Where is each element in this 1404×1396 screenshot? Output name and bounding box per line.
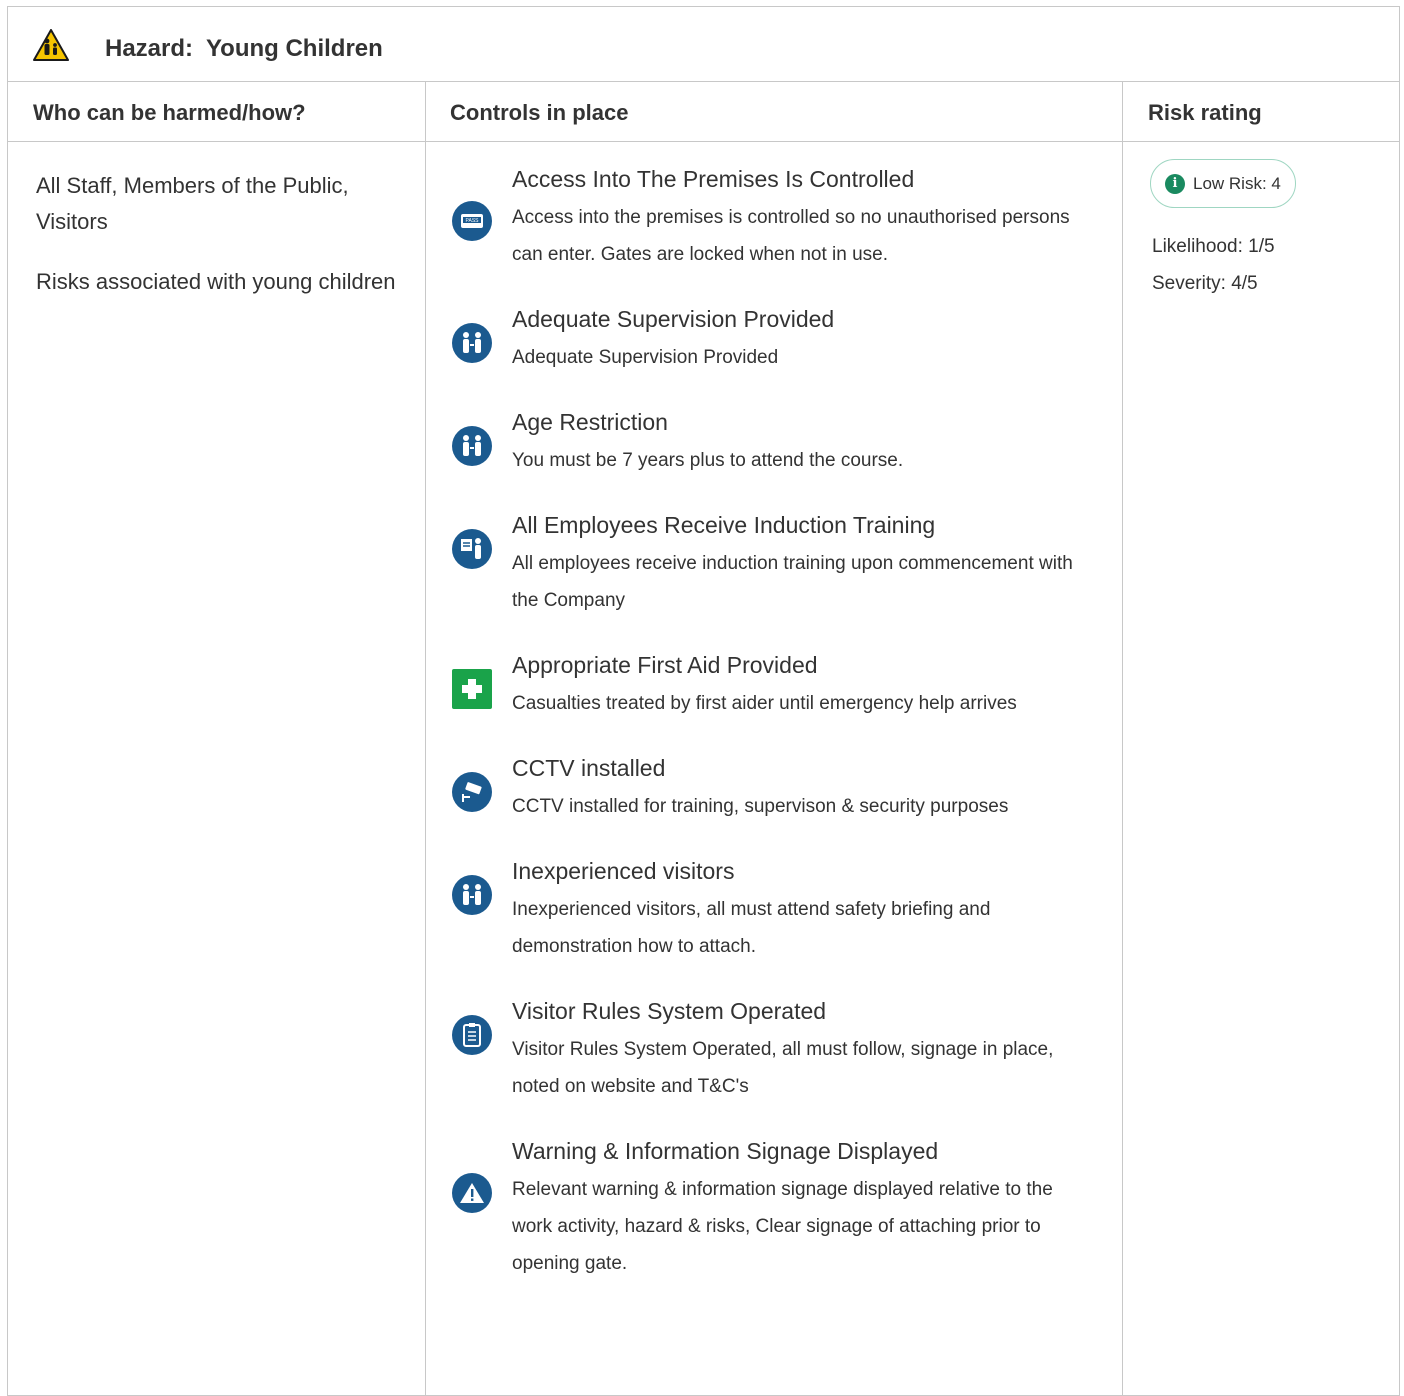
control-desc: CCTV installed for training, supervison … xyxy=(512,796,1009,817)
who-risk-note: Risks associated with young children xyxy=(36,269,396,294)
hazard-name: Young Children xyxy=(205,35,383,62)
clipboard-icon xyxy=(452,1015,492,1055)
control-title: All Employees Receive Induction Training xyxy=(512,512,936,538)
likelihood-value: Likelihood: 1/5 xyxy=(1152,236,1275,257)
control-item: PASS Access Into The Premises Is Control… xyxy=(450,165,1090,273)
control-title: Access Into The Premises Is Controlled xyxy=(512,166,915,192)
first-aid-icon xyxy=(452,669,492,709)
col-header-who: Who can be harmed/how? xyxy=(33,100,306,125)
svg-text:PASS: PASS xyxy=(466,218,480,224)
control-item: Inexperienced visitors Inexperienced vis… xyxy=(450,857,1090,965)
control-title: Inexperienced visitors xyxy=(512,858,735,884)
control-desc: You must be 7 years plus to attend the c… xyxy=(512,450,904,471)
warning-icon xyxy=(452,1173,492,1213)
pass-card-icon: PASS xyxy=(452,201,492,241)
control-title: Warning & Information Signage Displayed xyxy=(512,1138,939,1164)
col-header-controls: Controls in place xyxy=(450,100,629,125)
hazard-header: Hazard: Young Children xyxy=(8,7,1399,82)
control-title: Age Restriction xyxy=(512,409,668,435)
warning-children-icon xyxy=(33,29,69,61)
hazard-title: Hazard: Young Children xyxy=(105,35,383,63)
training-icon xyxy=(452,529,492,569)
who-people: All Staff, Members of the Public, Visito… xyxy=(36,173,349,234)
control-item: CCTV installed CCTV installed for traini… xyxy=(450,754,1090,825)
column-divider xyxy=(425,82,426,1395)
control-item: Visitor Rules System Operated Visitor Ru… xyxy=(450,997,1090,1105)
people-icon xyxy=(452,426,492,466)
risk-rating-badge: i Low Risk: 4 xyxy=(1150,159,1296,208)
cctv-icon xyxy=(452,772,492,812)
control-title: Visitor Rules System Operated xyxy=(512,998,827,1024)
control-desc: Inexperienced visitors, all must attend … xyxy=(512,899,991,957)
control-item: Appropriate First Aid Provided Casualtie… xyxy=(450,651,1090,722)
who-cell: All Staff, Members of the Public, Visito… xyxy=(36,168,396,324)
control-title: Appropriate First Aid Provided xyxy=(512,652,818,678)
control-item: All Employees Receive Induction Training… xyxy=(450,511,1090,619)
control-desc: Relevant warning & information signage d… xyxy=(512,1179,1053,1274)
control-desc: Visitor Rules System Operated, all must … xyxy=(512,1039,1054,1097)
control-desc: All employees receive induction training… xyxy=(512,553,1073,611)
control-desc: Access into the premises is controlled s… xyxy=(512,207,1070,265)
control-item: Warning & Information Signage Displayed … xyxy=(450,1137,1090,1282)
control-desc: Casualties treated by first aider until … xyxy=(512,693,1017,714)
people-icon xyxy=(452,875,492,915)
controls-list: PASS Access Into The Premises Is Control… xyxy=(450,165,1090,1314)
control-title: CCTV installed xyxy=(512,755,666,781)
info-icon: i xyxy=(1165,173,1185,194)
column-header-row: Who can be harmed/how? Controls in place… xyxy=(8,82,1399,142)
risk-meta: Likelihood: 1/5 Severity: 4/5 xyxy=(1152,228,1275,302)
risk-rating-label: Low Risk: 4 xyxy=(1193,173,1281,193)
control-item: Age Restriction You must be 7 years plus… xyxy=(450,408,1090,479)
hazard-prefix: Hazard: xyxy=(105,35,194,62)
control-desc: Adequate Supervision Provided xyxy=(512,347,779,368)
control-title: Adequate Supervision Provided xyxy=(512,306,835,332)
column-divider xyxy=(1122,82,1123,1395)
severity-value: Severity: 4/5 xyxy=(1152,273,1258,294)
control-item: Adequate Supervision Provided Adequate S… xyxy=(450,305,1090,376)
people-icon xyxy=(452,323,492,363)
col-header-risk: Risk rating xyxy=(1148,100,1262,125)
